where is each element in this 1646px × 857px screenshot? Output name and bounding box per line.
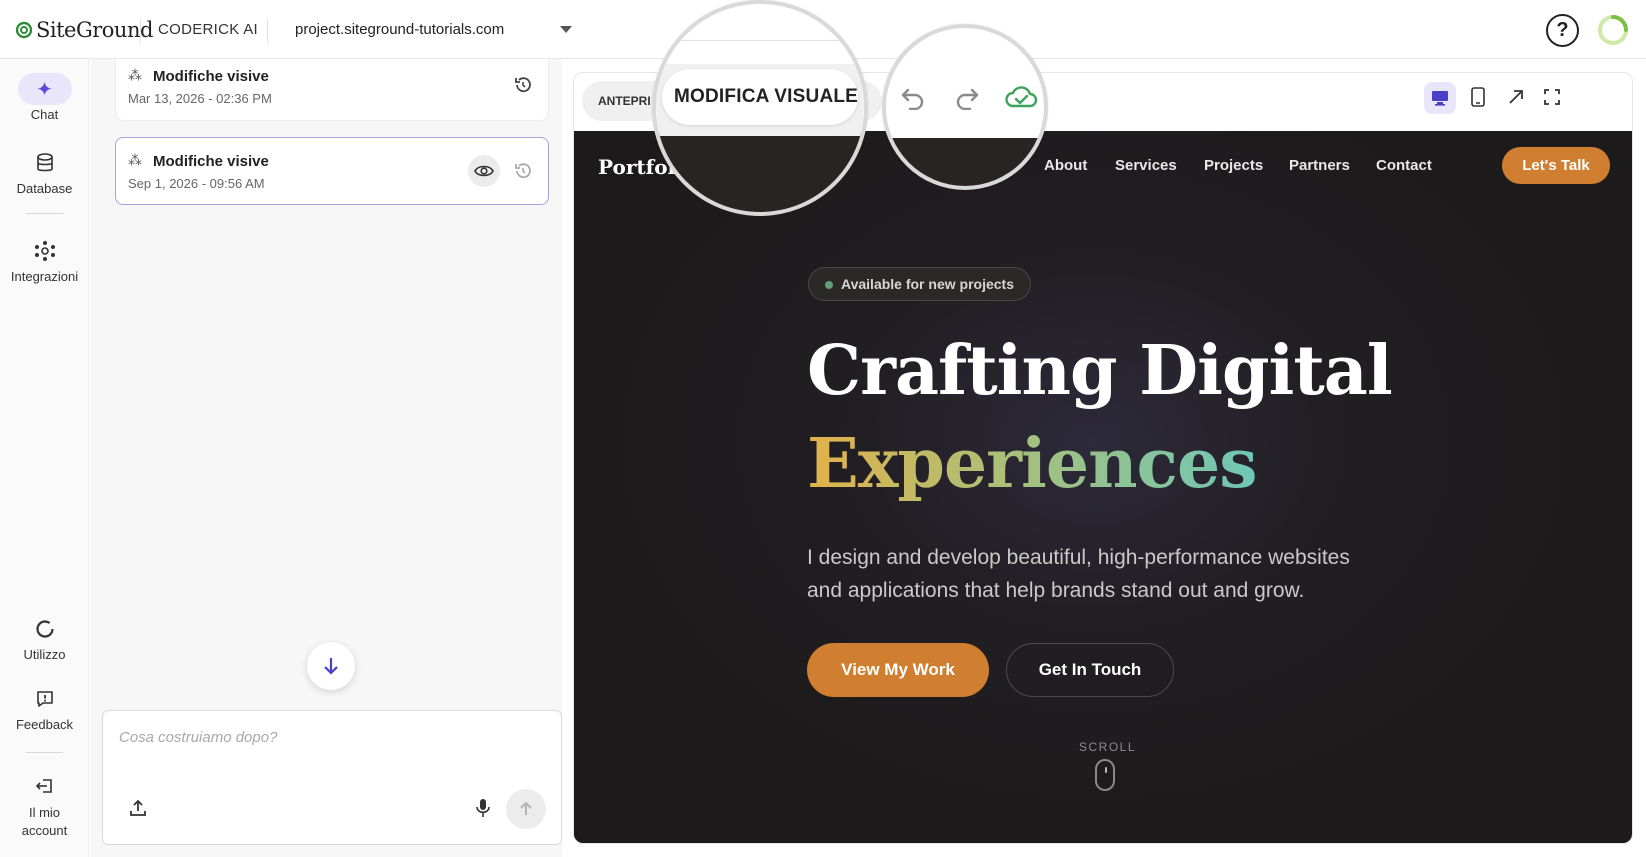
- hero-headline-line2: Experiences: [807, 424, 1257, 504]
- history-entry[interactable]: ⁂ Modifiche visive Mar 13, 2026 - 02:36 …: [115, 59, 549, 121]
- rail-item-feedback[interactable]: Feedback: [0, 685, 89, 732]
- logout-icon: [0, 772, 89, 800]
- view-my-work-button[interactable]: View My Work: [807, 643, 989, 697]
- availability-badge: Available for new projects: [808, 267, 1031, 301]
- get-in-touch-button[interactable]: Get In Touch: [1006, 643, 1174, 697]
- rail-label: Database: [16, 181, 73, 196]
- arrow-up-icon: [520, 801, 532, 815]
- brand-name: SiteGround: [36, 18, 153, 42]
- scroll-down-button[interactable]: [307, 642, 355, 690]
- open-external-icon[interactable]: [1508, 89, 1524, 105]
- siteground-logo[interactable]: SiteGround: [16, 17, 153, 43]
- lets-talk-button[interactable]: Let's Talk: [1502, 147, 1610, 184]
- upload-icon[interactable]: [129, 799, 147, 817]
- magnifier-site-area: [886, 138, 1044, 186]
- rail-label: Il mio account: [21, 805, 68, 838]
- magic-wand-icon: ⁂: [128, 152, 142, 168]
- rail-item-account[interactable]: Il mio account: [0, 772, 89, 840]
- rail-item-chat[interactable]: ✦ Chat: [0, 73, 89, 122]
- nav-contact[interactable]: Contact: [1376, 157, 1432, 174]
- history-entry-title: Modifiche visive: [153, 153, 269, 170]
- prompt-input[interactable]: [119, 729, 539, 746]
- cloud-saved-icon[interactable]: [1004, 84, 1038, 110]
- chevron-down-icon[interactable]: [560, 26, 572, 33]
- divider: [26, 213, 63, 214]
- rail-label: Feedback: [15, 717, 74, 732]
- hero-subtitle: I design and develop beautiful, high-per…: [807, 546, 1350, 602]
- mouse-wheel: [1105, 767, 1107, 773]
- usage-icon: [0, 615, 89, 643]
- hero-headline-line1: Crafting Digital: [807, 331, 1393, 411]
- rail-label: Integrazioni: [10, 269, 79, 284]
- magnifier-history-controls: [882, 24, 1048, 190]
- tab-label: MODIFICA VISUALE: [674, 86, 859, 107]
- microphone-icon[interactable]: [475, 798, 491, 818]
- divider: [656, 40, 864, 41]
- desktop-view-button[interactable]: [1424, 82, 1456, 114]
- integrations-icon: [0, 237, 89, 265]
- magnifier-site-area: [656, 132, 864, 212]
- left-rail: ✦ Chat Database Integrazioni Utilizzo Fe…: [0, 59, 89, 857]
- divider: [267, 18, 268, 43]
- magic-wand-icon: ⁂: [128, 67, 142, 83]
- desktop-icon: [1432, 91, 1448, 106]
- undo-icon[interactable]: [900, 86, 926, 110]
- history-entry[interactable]: ⁂ Modifiche visive Sep 1, 2026 - 09:56 A…: [115, 137, 549, 205]
- tab-anteprima[interactable]: ANTEPRI: [598, 94, 651, 108]
- loading-ring-icon: [1598, 15, 1628, 45]
- nav-services[interactable]: Services: [1115, 157, 1177, 174]
- history-entry-title: Modifiche visive: [153, 68, 269, 85]
- domain-selector[interactable]: project.siteground-tutorials.com: [295, 21, 504, 38]
- status-dot: [825, 281, 833, 289]
- rail-item-database[interactable]: Database: [0, 149, 89, 196]
- divider: [140, 18, 141, 43]
- help-button[interactable]: ?: [1546, 14, 1579, 47]
- history-entry-date: Sep 1, 2026 - 09:56 AM: [128, 176, 265, 191]
- fullscreen-icon[interactable]: [1544, 89, 1560, 105]
- siteground-logo-icon: [16, 21, 32, 39]
- feedback-icon: [0, 685, 89, 713]
- preview-website: Portfoli About Services Projects Partner…: [574, 131, 1632, 843]
- nav-about[interactable]: About: [1044, 157, 1087, 174]
- send-button[interactable]: [506, 789, 546, 829]
- nav-projects[interactable]: Projects: [1204, 157, 1263, 174]
- chat-composer: [102, 710, 562, 845]
- product-name: CODERICK AI: [158, 21, 258, 38]
- restore-icon[interactable]: [512, 74, 534, 96]
- tab-modifica-visuale[interactable]: MODIFICA VISUALE: [662, 69, 858, 125]
- mobile-icon[interactable]: [1471, 87, 1485, 107]
- arrow-down-icon: [324, 658, 338, 675]
- sparkle-icon: ✦: [0, 73, 89, 105]
- mouse-scroll-icon: [1095, 759, 1115, 791]
- preview-eye-button[interactable]: [468, 155, 500, 187]
- rail-item-utilizzo[interactable]: Utilizzo: [0, 615, 89, 662]
- history-entry-date: Mar 13, 2026 - 02:36 PM: [128, 91, 272, 106]
- divider: [26, 752, 63, 753]
- database-icon: [0, 149, 89, 177]
- magnifier-visual-edit: MODIFICA VISUALE: [652, 0, 868, 216]
- availability-text: Available for new projects: [841, 276, 1014, 292]
- rail-label: Utilizzo: [23, 647, 66, 662]
- rail-item-integrazioni[interactable]: Integrazioni: [0, 237, 89, 284]
- rail-label: Chat: [30, 107, 59, 122]
- nav-partners[interactable]: Partners: [1289, 157, 1350, 174]
- scroll-label: SCROLL: [1079, 740, 1137, 754]
- redo-icon[interactable]: [954, 86, 980, 110]
- restore-icon[interactable]: [512, 160, 534, 182]
- eye-icon: [474, 165, 494, 177]
